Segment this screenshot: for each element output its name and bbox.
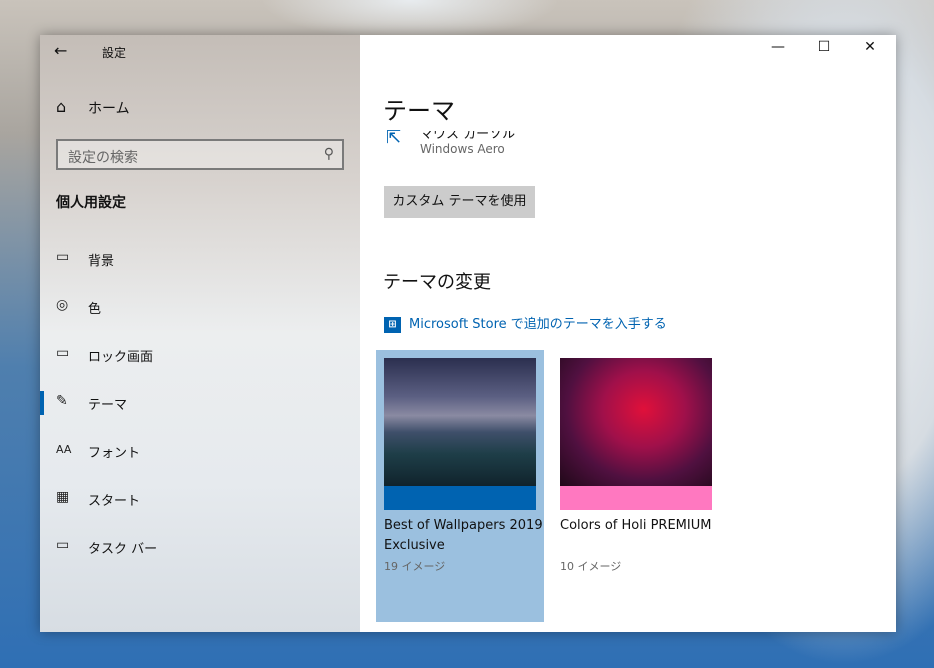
minimize-button[interactable]: — <box>755 39 801 55</box>
theme-accent-bar <box>560 486 712 510</box>
search-input[interactable]: 設定の検索 ⚲ <box>56 139 344 170</box>
desktop-wallpaper-top <box>260 0 560 40</box>
theme-title: Best of Wallpapers 2019 Exclusive <box>384 518 543 553</box>
sidebar-item-fonts[interactable]: AA フォント <box>40 431 360 471</box>
change-theme-heading: テーマの変更 <box>383 272 491 293</box>
search-icon: ⚲ <box>323 146 334 162</box>
font-icon: AA <box>56 443 72 456</box>
sidebar-item-themes[interactable]: ✎ テーマ <box>40 383 360 423</box>
start-icon: ▦ <box>56 489 70 505</box>
mouse-cursor-value: Windows Aero <box>420 142 505 156</box>
picture-icon: ▭ <box>56 249 70 265</box>
close-button[interactable]: ✕ <box>847 39 893 55</box>
sidebar-item-start[interactable]: ▦ スタート <box>40 479 360 519</box>
lock-screen-icon: ▭ <box>56 345 70 361</box>
sidebar-item-label: フォント <box>88 446 141 461</box>
sidebar-item-taskbar[interactable]: ▭ タスク バー <box>40 527 360 567</box>
section-heading: 個人用設定 <box>56 195 126 211</box>
search-placeholder: 設定の検索 <box>68 150 138 166</box>
page-title: テーマ <box>383 97 455 125</box>
theme-accent-bar <box>384 486 536 510</box>
sidebar-item-background[interactable]: ▭ 背景 <box>40 239 360 279</box>
theme-thumbnail <box>384 358 536 486</box>
sidebar: ← 設定 ⌂ ホーム 設定の検索 ⚲ 個人用設定 ▭ 背景 ◎ 色 ▭ ロック画面 ✎… <box>40 35 360 632</box>
sidebar-home[interactable]: ホーム <box>88 98 130 118</box>
sidebar-item-label: タスク バー <box>88 542 158 557</box>
store-link-label: Microsoft Store で追加のテーマを入手する <box>409 317 667 332</box>
use-custom-theme-button[interactable]: カスタム テーマを使用 <box>384 186 535 218</box>
sidebar-item-lock-screen[interactable]: ▭ ロック画面 <box>40 335 360 375</box>
theme-title: Colors of Holi PREMIUM <box>560 518 712 533</box>
store-link[interactable]: ⊞ Microsoft Store で追加のテーマを入手する <box>384 313 667 333</box>
sidebar-item-label: テーマ <box>88 398 128 413</box>
back-arrow-icon[interactable]: ← <box>54 41 67 60</box>
mouse-cursor-icon: ⇱ <box>386 127 402 148</box>
maximize-button[interactable]: ☐ <box>801 39 847 55</box>
theme-thumbnail <box>560 358 712 486</box>
home-icon[interactable]: ⌂ <box>56 97 66 116</box>
content-pane: — ☐ ✕ テーマ ⇱ マウス カーソル Windows Aero カスタム テ… <box>360 35 896 632</box>
taskbar-icon: ▭ <box>56 537 70 553</box>
sidebar-item-label: スタート <box>88 494 141 509</box>
theme-card[interactable]: Best of Wallpapers 2019 Exclusive 19 イメー… <box>376 350 544 622</box>
sidebar-item-label: 色 <box>88 302 102 317</box>
theme-card[interactable]: Colors of Holi PREMIUM 10 イメージ <box>552 350 720 622</box>
themes-icon: ✎ <box>56 393 68 409</box>
sidebar-item-label: ロック画面 <box>88 350 154 365</box>
theme-count: 10 イメージ <box>560 560 622 573</box>
settings-window: ← 設定 ⌂ ホーム 設定の検索 ⚲ 個人用設定 ▭ 背景 ◎ 色 ▭ ロック画面 ✎… <box>40 35 896 632</box>
app-title: 設定 <box>102 46 127 60</box>
store-bag-icon: ⊞ <box>384 316 401 333</box>
theme-count: 19 イメージ <box>384 560 446 573</box>
palette-icon: ◎ <box>56 297 69 313</box>
sidebar-item-label: 背景 <box>88 254 115 269</box>
sidebar-item-color[interactable]: ◎ 色 <box>40 287 360 327</box>
